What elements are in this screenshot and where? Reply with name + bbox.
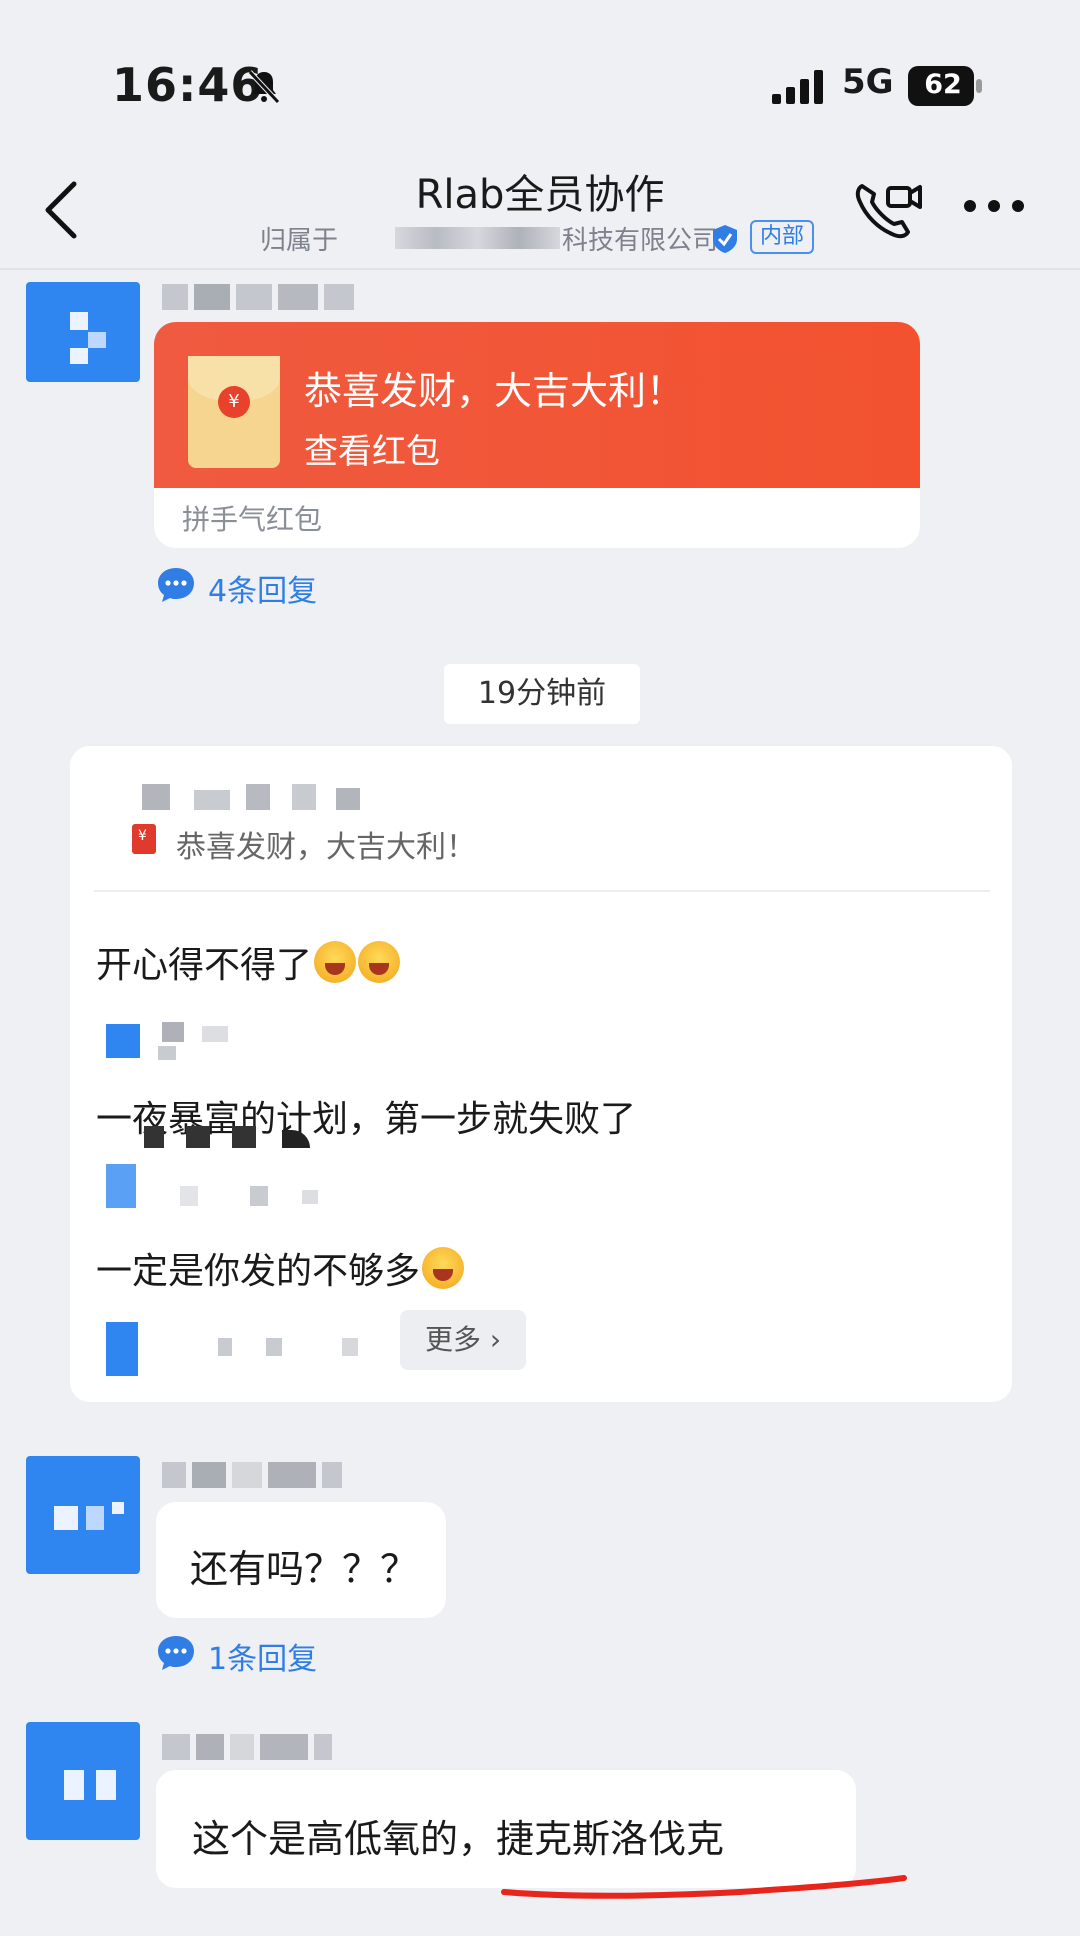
avatar[interactable] [26,1722,140,1840]
network-type: 5G [842,62,894,102]
battery-level: 62 [924,69,962,100]
avatar[interactable] [26,1456,140,1574]
signal-icon [772,70,823,104]
divider [94,890,990,892]
sender-name-redacted [162,1462,348,1488]
message-text: 还有吗？？？ [190,1547,419,1591]
bell-muted-icon [248,70,280,104]
sender-name-redacted [162,1734,338,1760]
reply-count[interactable]: 4条回复 [208,566,317,610]
laughing-emoji-icon [314,941,357,983]
chat-subtitle-prefix: 归属于 [260,226,339,256]
internal-tag: 内部 [750,220,815,254]
avatar-mini [106,1024,140,1058]
more-button[interactable]: 更多 › [400,1310,526,1370]
quoted-message: 恭喜发财，大吉大利！ [176,830,476,865]
thread-card[interactable]: 恭喜发财，大吉大利！ 开心得不得了 一夜暴富的计划，第一步就失败了 一定是你发的… [70,746,1012,1402]
more-options-icon[interactable] [962,196,1026,216]
laughing-emoji-icon [358,941,401,983]
avatar-mini [106,1164,136,1208]
avatar-mini [106,1322,138,1376]
red-packet-action: 查看红包 [304,432,440,472]
eye-roll-emoji-icon [422,1247,465,1289]
reply-bubble-icon [158,1636,194,1670]
red-underline-annotation [501,1875,907,1899]
call-video-icon[interactable] [852,178,924,242]
chat-subtitle-suffix: 科技有限公司 [562,226,719,256]
thread-line-2: 一夜暴富的计划，第一步就失败了 [96,1099,637,1140]
red-packet-type: 拼手气红包 [182,503,323,536]
red-packet-mini-icon [132,824,156,854]
red-packet-greeting: 恭喜发财，大吉大利！ [304,369,685,413]
thread-line-3: 一定是你发的不够多 [96,1242,465,1294]
reply-bubble-icon [158,568,194,602]
time-divider: 19分钟前 [444,664,640,724]
red-packet-envelope-icon: ¥ [188,356,280,468]
redacted-org-name [395,227,560,249]
red-packet-card[interactable]: ¥ 恭喜发财，大吉大利！ 查看红包 拼手气红包 [154,322,920,548]
reply-count[interactable]: 1条回复 [208,1634,317,1678]
status-time: 16:46 [112,58,264,112]
sender-name-redacted [162,284,360,310]
message-bubble[interactable]: 还有吗？？？ [156,1502,446,1618]
message-text: 这个是高低氧的，捷克斯洛伐克 [192,1817,725,1861]
verified-shield-icon [713,225,737,253]
avatar[interactable] [26,282,140,382]
thread-line-1: 开心得不得了 [96,936,401,988]
